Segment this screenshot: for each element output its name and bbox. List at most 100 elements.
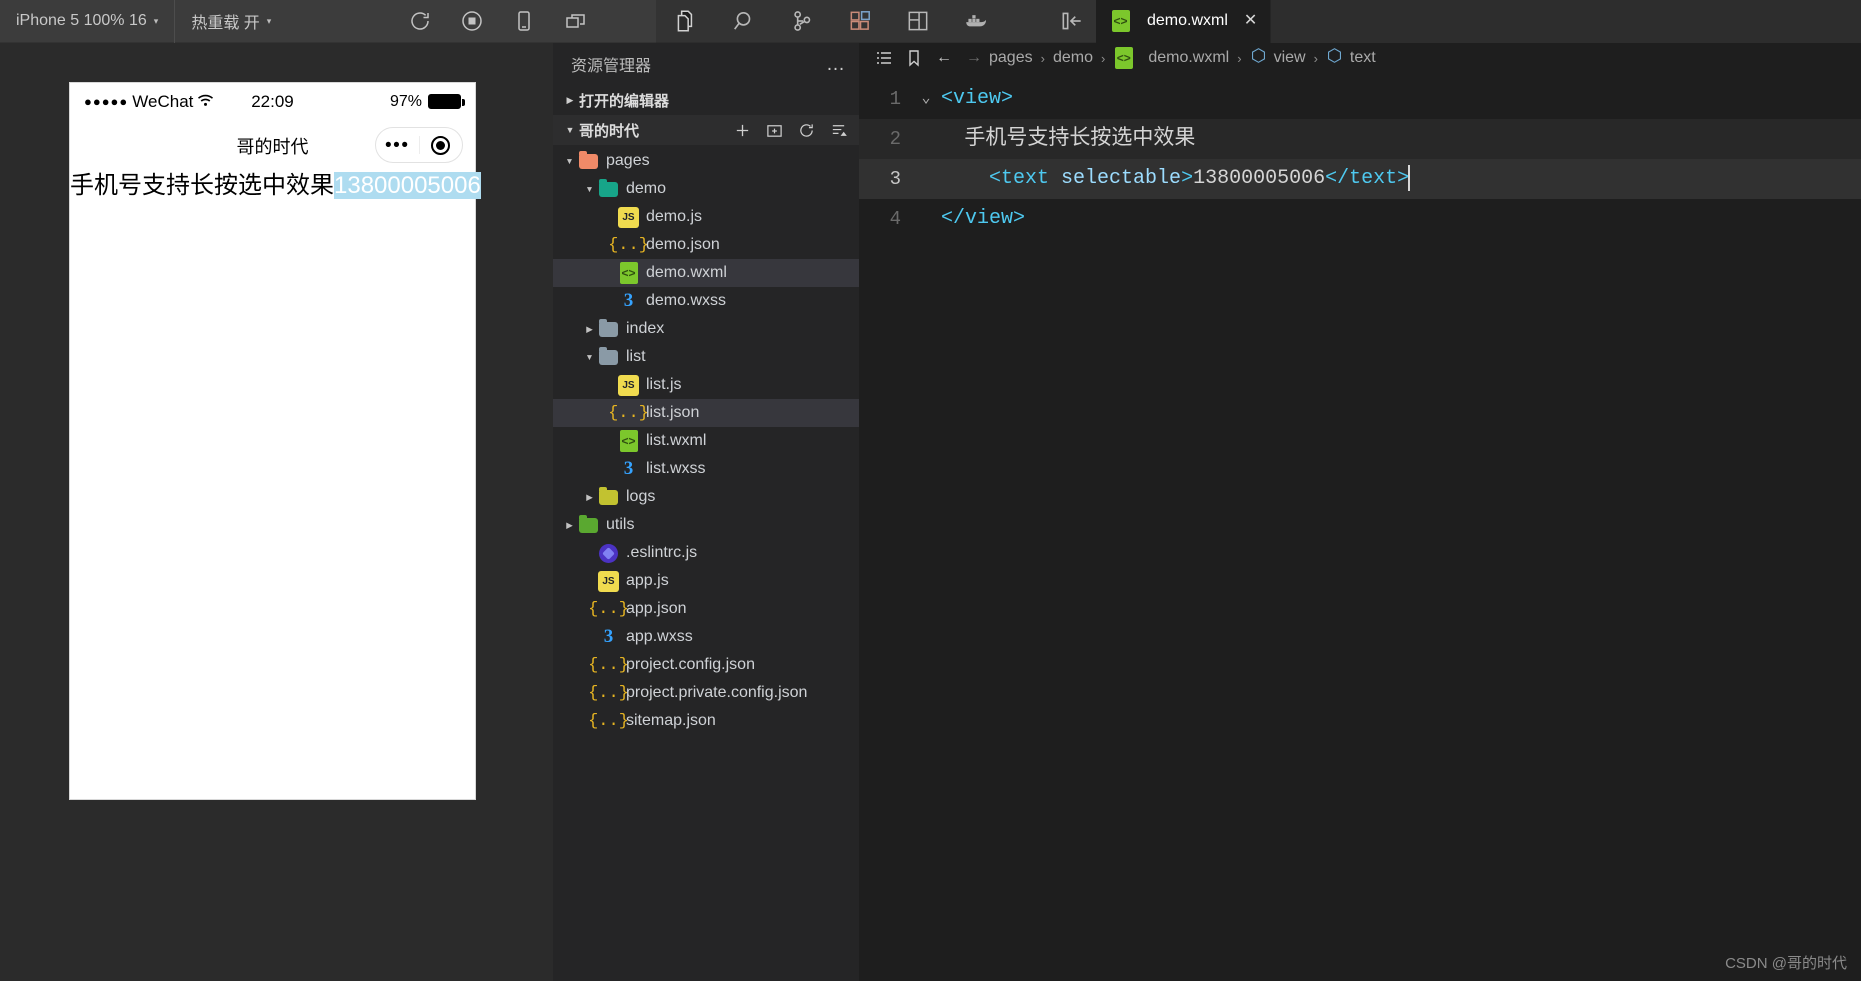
new-file-action-icon[interactable] bbox=[733, 121, 751, 139]
nav-back-icon[interactable]: ← bbox=[929, 45, 959, 71]
eslint-file-icon bbox=[598, 543, 619, 563]
tree-folder-list[interactable]: ▼ list bbox=[553, 343, 859, 371]
toggle-sidebar-icon[interactable] bbox=[1058, 7, 1086, 35]
chevron-down-icon: ▼ bbox=[565, 156, 574, 166]
section-open-editors[interactable]: ▶ 打开的编辑器 bbox=[553, 85, 859, 115]
tree-item-label: demo.wxml bbox=[646, 264, 727, 281]
code-line-2[interactable]: 2 手机号支持长按选中效果 bbox=[859, 119, 1861, 159]
tree-folder-logs[interactable]: ▶ logs bbox=[553, 483, 859, 511]
tree-file-demo-wxss[interactable]: 3 demo.wxss bbox=[553, 287, 859, 315]
tree-file-project-private-config-json[interactable]: {..} project.private.config.json bbox=[553, 679, 859, 707]
tree-file-app-js[interactable]: JS app.js bbox=[553, 567, 859, 595]
phone-preview[interactable]: ●●●●● WeChat 22:09 97% 哥的时代 ••• 手机号支持长按选… bbox=[70, 83, 481, 799]
tree-file-app-wxss[interactable]: 3 app.wxss bbox=[553, 623, 859, 651]
tree-folder-pages[interactable]: ▼ pages bbox=[553, 147, 859, 175]
json-file-icon: {..} bbox=[588, 711, 629, 731]
folder-pages-icon bbox=[578, 150, 599, 169]
new-folder-action-icon[interactable] bbox=[765, 121, 783, 139]
breadcrumb-label: view bbox=[1273, 49, 1306, 66]
watermark: CSDN @哥的时代 bbox=[1725, 955, 1847, 972]
refresh-explorer-action-icon[interactable] bbox=[797, 121, 815, 139]
explorer-icon[interactable] bbox=[672, 7, 700, 35]
breadcrumb-item-text[interactable]: text bbox=[1326, 47, 1376, 69]
code-text: <view> bbox=[941, 79, 1013, 119]
code-token: > bbox=[1181, 167, 1194, 190]
simulator-toolbar: iPhone 5 100% 16 ▾ 热重载 开 ▾ bbox=[0, 0, 656, 43]
code-line-3[interactable]: 3 <text selectable>13800005006</text> bbox=[859, 159, 1861, 199]
line-number: 2 bbox=[889, 128, 901, 150]
device-selector-label: iPhone 5 100% 16 bbox=[16, 12, 147, 29]
chevron-right-icon: ▶ bbox=[586, 323, 593, 334]
code-line-1[interactable]: 1 ⌄ <view> bbox=[859, 79, 1861, 119]
multi-window-icon[interactable] bbox=[563, 8, 589, 34]
tree-item-label: sitemap.json bbox=[626, 712, 716, 729]
tab-demo-wxml[interactable]: <> demo.wxml ✕ bbox=[1096, 0, 1272, 43]
target-icon[interactable] bbox=[420, 135, 463, 155]
breadcrumb: ← → pages › demo › <> demo.wxml › view ›… bbox=[859, 43, 1861, 73]
tree-file-demo-js[interactable]: JS demo.js bbox=[553, 203, 859, 231]
tree-file-list-wxss[interactable]: 3 list.wxss bbox=[553, 455, 859, 483]
nav-forward-icon[interactable]: → bbox=[959, 45, 989, 71]
source-control-icon[interactable] bbox=[788, 7, 816, 35]
selected-phone-number[interactable]: 13800005006 bbox=[334, 172, 481, 199]
breadcrumb-item-demo-wxml[interactable]: <> demo.wxml bbox=[1113, 47, 1229, 69]
explorer-actions bbox=[733, 121, 859, 139]
code-area[interactable]: 1 ⌄ <view> 2 手机号支持长按选中效果 3 <text selectable>… bbox=[859, 73, 1861, 981]
collapse-all-action-icon[interactable] bbox=[829, 121, 847, 139]
breadcrumb-item-demo[interactable]: demo bbox=[1053, 49, 1093, 67]
more-actions-icon[interactable]: … bbox=[826, 55, 847, 74]
extensions-icon[interactable] bbox=[846, 7, 874, 35]
tree-file--eslintrc-js[interactable]: .eslintrc.js bbox=[553, 539, 859, 567]
tree-folder-demo[interactable]: ▼ demo bbox=[553, 175, 859, 203]
tree-file-demo-wxml[interactable]: <> demo.wxml bbox=[553, 259, 859, 287]
tree-item-label: list.wxss bbox=[646, 460, 706, 477]
tree-folder-index[interactable]: ▶ index bbox=[553, 315, 859, 343]
json-file-icon: {..} bbox=[608, 403, 649, 423]
device-selector[interactable]: iPhone 5 100% 16 ▾ bbox=[0, 0, 174, 42]
breadcrumb-separator: › bbox=[1237, 50, 1242, 66]
search-icon[interactable] bbox=[730, 7, 758, 35]
breadcrumb-separator: › bbox=[1040, 50, 1045, 66]
docker-icon[interactable] bbox=[962, 7, 990, 35]
tree-file-list-json[interactable]: {..} list.json bbox=[553, 399, 859, 427]
phone-nav-title: 哥的时代 bbox=[236, 137, 309, 157]
tree-file-demo-json[interactable]: {..} demo.json bbox=[553, 231, 859, 259]
js-file-icon: JS bbox=[618, 374, 639, 396]
stop-record-icon[interactable] bbox=[459, 8, 485, 34]
code-line-4[interactable]: 4 </view> bbox=[859, 199, 1861, 239]
explorer-header: 资源管理器 … bbox=[553, 43, 859, 85]
tree-item-label: pages bbox=[606, 152, 650, 169]
section-project-root[interactable]: ▼ 哥的时代 bbox=[553, 115, 859, 145]
capsule-button[interactable]: ••• bbox=[375, 127, 463, 163]
refresh-icon[interactable] bbox=[407, 8, 433, 34]
breadcrumb-label: pages bbox=[989, 49, 1033, 66]
chevron-down-icon: ▼ bbox=[585, 352, 594, 362]
breadcrumb-separator: › bbox=[1313, 50, 1318, 66]
activity-bar-icons bbox=[656, 7, 1086, 35]
breadcrumb-separator: › bbox=[1100, 50, 1106, 66]
outline-icon[interactable] bbox=[869, 45, 899, 71]
tree-file-sitemap-json[interactable]: {..} sitemap.json bbox=[553, 707, 859, 735]
tree-folder-utils[interactable]: ▶ utils bbox=[553, 511, 859, 539]
battery-icon bbox=[428, 94, 465, 109]
breadcrumb-item-view[interactable]: view bbox=[1250, 47, 1306, 69]
bookmark-icon[interactable] bbox=[899, 45, 929, 71]
tree-item-label: list.json bbox=[646, 404, 700, 421]
chevron-down-icon: ▾ bbox=[266, 15, 272, 26]
tree-file-app-json[interactable]: {..} app.json bbox=[553, 595, 859, 623]
json-file-icon: {..} bbox=[588, 683, 629, 703]
wxml-file-icon: <> bbox=[618, 262, 639, 284]
layout-icon[interactable] bbox=[904, 7, 932, 35]
code-token: </view> bbox=[941, 207, 1026, 230]
tree-file-list-wxml[interactable]: <> list.wxml bbox=[553, 427, 859, 455]
chevron-down-icon: ▼ bbox=[585, 184, 594, 194]
fold-chevron-icon[interactable]: ⌄ bbox=[911, 79, 941, 119]
code-token: 手机号支持长按选中效果 bbox=[941, 126, 1196, 149]
menu-dots-icon[interactable]: ••• bbox=[376, 136, 419, 155]
hot-reload-selector[interactable]: 热重载 开 ▾ bbox=[175, 0, 287, 42]
tree-file-project-config-json[interactable]: {..} project.config.json bbox=[553, 651, 859, 679]
device-icon[interactable] bbox=[511, 8, 537, 34]
tree-file-list-js[interactable]: JS list.js bbox=[553, 371, 859, 399]
close-icon[interactable]: ✕ bbox=[1244, 13, 1257, 29]
breadcrumb-item-pages[interactable]: pages bbox=[989, 49, 1033, 67]
